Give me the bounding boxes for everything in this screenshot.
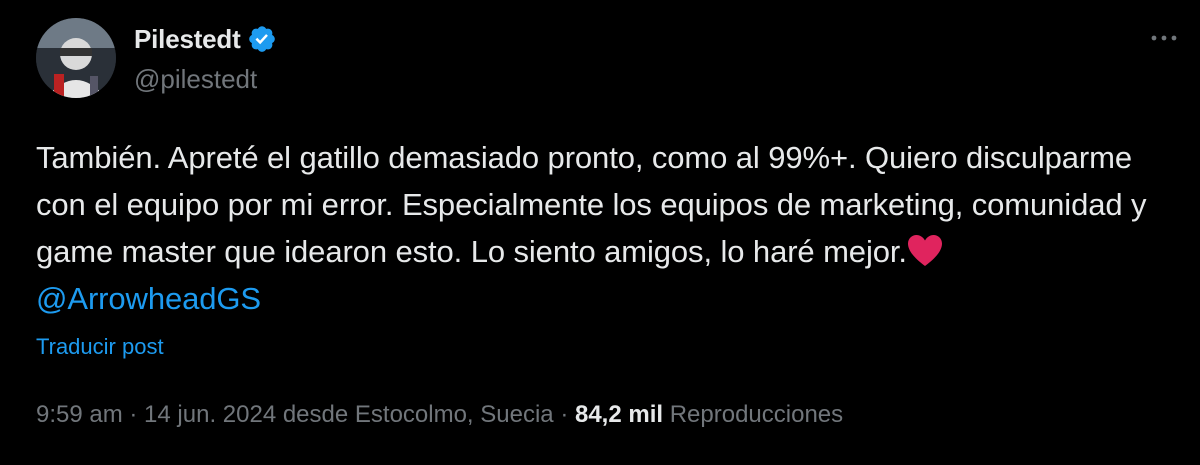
meta-separator: · [553,401,575,428]
mention-link[interactable]: @ArrowheadGS [36,281,261,316]
author-display-name[interactable]: Pilestedt [134,24,241,55]
views-count[interactable]: 84,2 mil [575,401,663,428]
more-dots-icon [1151,35,1177,41]
views-label: Reproducciones [663,401,844,428]
red-heart-icon [907,235,942,266]
post-meta: 9:59 am · 14 jun. 2024 desde Estocolmo, … [36,401,843,429]
more-options-button[interactable] [1146,26,1182,50]
post-date-location[interactable]: 14 jun. 2024 desde Estocolmo, Suecia [144,401,554,428]
avatar[interactable] [36,18,116,98]
verified-badge-icon [248,26,275,52]
translate-post-link[interactable]: Traducir post [36,334,164,360]
post-time[interactable]: 9:59 am [36,401,123,428]
author-name-row[interactable]: Pilestedt [134,23,277,55]
post-text: También. Apreté el gatillo demasiado pro… [36,134,1166,322]
author-handle[interactable]: @pilestedt [134,64,257,95]
avatar-photo-icon [36,18,116,98]
post-body: También. Apreté el gatillo demasiado pro… [36,140,1147,269]
meta-separator: · [122,401,145,428]
